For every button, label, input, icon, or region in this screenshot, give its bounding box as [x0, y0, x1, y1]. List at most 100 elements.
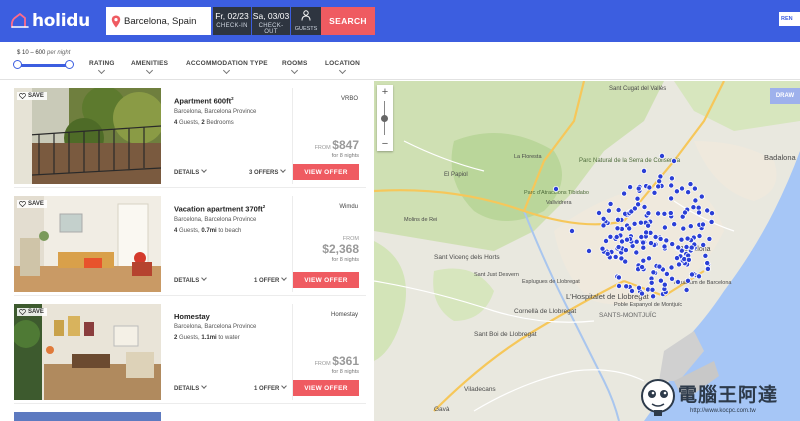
listing-marker[interactable]: [631, 220, 638, 227]
listing-marker[interactable]: [688, 271, 695, 278]
listing-marker[interactable]: [652, 233, 659, 240]
listing-marker[interactable]: [614, 225, 621, 232]
listing-marker[interactable]: [634, 195, 641, 202]
listing-marker[interactable]: [674, 278, 681, 285]
listing-marker[interactable]: [622, 247, 629, 254]
details-toggle[interactable]: DETAILS: [174, 275, 208, 284]
listing-marker[interactable]: [683, 286, 690, 293]
listing-marker[interactable]: [668, 275, 675, 282]
view-offer-button[interactable]: VIEW OFFER: [293, 272, 359, 288]
listing-marker[interactable]: [602, 237, 609, 244]
listing-marker[interactable]: [661, 224, 668, 231]
listing-marker[interactable]: [670, 158, 677, 165]
save-button[interactable]: SAVE: [17, 308, 47, 316]
listing-marker[interactable]: [635, 284, 642, 291]
listing-marker[interactable]: [640, 239, 647, 246]
listing-marker[interactable]: [668, 195, 675, 202]
listing-marker[interactable]: [599, 245, 606, 252]
save-button[interactable]: SAVE: [17, 200, 47, 208]
listing-marker[interactable]: [615, 207, 622, 214]
listing-marker[interactable]: [661, 210, 668, 217]
listing-marker[interactable]: [687, 223, 694, 230]
offers-toggle[interactable]: 1 OFFER: [254, 275, 288, 284]
listing-marker[interactable]: [633, 249, 640, 256]
listing-marker[interactable]: [687, 181, 694, 188]
listing-marker[interactable]: [700, 241, 707, 248]
listing-marker[interactable]: [631, 205, 638, 212]
listing-marker[interactable]: [657, 277, 664, 284]
listing-title[interactable]: Apartment 600ft2: [174, 96, 292, 106]
listing-photo-balcony[interactable]: [14, 88, 161, 184]
listing-marker[interactable]: [637, 219, 644, 226]
listing-marker[interactable]: [615, 274, 622, 281]
listing-marker[interactable]: [645, 222, 652, 229]
map-canvas[interactable]: Badalona Sant Cugat del Vallès Parc Natu…: [374, 81, 800, 421]
listing-marker[interactable]: [669, 241, 676, 248]
draw-area-button[interactable]: DRAW: [770, 88, 800, 104]
listing-marker[interactable]: [627, 184, 634, 191]
zoom-in-button[interactable]: +: [377, 85, 393, 99]
listing-marker[interactable]: [641, 204, 648, 211]
listing-marker[interactable]: [622, 258, 629, 265]
listing-marker[interactable]: [604, 250, 611, 257]
save-button[interactable]: SAVE: [17, 92, 47, 100]
view-offer-button[interactable]: VIEW OFFER: [293, 380, 359, 396]
listing-card[interactable]: SAVE Vacation apartment 370ft2 Barcelona…: [14, 196, 366, 296]
listing-marker[interactable]: [655, 183, 662, 190]
listing-marker[interactable]: [704, 265, 711, 272]
listing-marker[interactable]: [552, 186, 559, 193]
listing-marker[interactable]: [623, 236, 630, 243]
listing-marker[interactable]: [661, 243, 668, 250]
listing-marker[interactable]: [708, 210, 715, 217]
listing-marker[interactable]: [706, 235, 713, 242]
holidu-logo[interactable]: holidu: [10, 10, 90, 32]
zoom-slider-handle[interactable]: [381, 115, 388, 122]
listing-marker[interactable]: [638, 290, 645, 297]
listing-marker[interactable]: [668, 175, 675, 182]
listing-marker[interactable]: [661, 281, 668, 288]
listing-marker[interactable]: [639, 264, 646, 271]
listing-marker[interactable]: [684, 277, 691, 284]
listing-marker[interactable]: [628, 287, 635, 294]
listing-marker[interactable]: [605, 207, 612, 214]
listing-marker[interactable]: [656, 263, 663, 270]
listing-marker[interactable]: [615, 282, 622, 289]
listing-marker[interactable]: [585, 247, 592, 254]
results-map[interactable]: Badalona Sant Cugat del Vallès Parc Natu…: [374, 81, 800, 421]
listing-marker[interactable]: [643, 229, 650, 236]
listing-marker[interactable]: [657, 173, 664, 180]
listing-marker[interactable]: [678, 236, 685, 243]
listing-marker[interactable]: [600, 222, 607, 229]
listing-marker[interactable]: [695, 273, 702, 280]
filter-rooms[interactable]: ROOMS: [282, 60, 308, 75]
listing-marker[interactable]: [656, 178, 663, 185]
listing-marker[interactable]: [678, 185, 685, 192]
listing-marker[interactable]: [568, 227, 575, 234]
listing-marker[interactable]: [651, 189, 658, 196]
listing-marker[interactable]: [595, 209, 602, 216]
listing-title[interactable]: Homestay: [174, 312, 292, 321]
price-slider-max-handle[interactable]: [65, 60, 74, 69]
listing-marker[interactable]: [657, 235, 664, 242]
details-toggle[interactable]: DETAILS: [174, 383, 208, 392]
listing-marker[interactable]: [673, 188, 680, 195]
listing-marker[interactable]: [690, 204, 697, 211]
destination-search[interactable]: [106, 7, 211, 35]
listing-marker[interactable]: [612, 253, 619, 260]
details-toggle[interactable]: DETAILS: [174, 167, 208, 176]
listing-marker[interactable]: [638, 233, 645, 240]
listing-marker[interactable]: [671, 221, 678, 228]
listing-marker[interactable]: [646, 184, 653, 191]
listing-marker[interactable]: [696, 232, 703, 239]
listing-marker[interactable]: [645, 210, 652, 217]
zoom-out-button[interactable]: −: [377, 137, 393, 151]
listing-marker[interactable]: [640, 257, 647, 264]
listing-marker[interactable]: [675, 244, 682, 251]
destination-input[interactable]: [124, 15, 210, 27]
listing-title[interactable]: Vacation apartment 370ft2: [174, 204, 292, 214]
listing-marker[interactable]: [675, 261, 682, 268]
listing-card[interactable]: SAVE Apartment 600ft2 Barcelona, Barcelo…: [14, 88, 366, 188]
listing-marker[interactable]: [699, 221, 706, 228]
listing-marker[interactable]: [668, 264, 675, 271]
listing-marker[interactable]: [613, 233, 620, 240]
